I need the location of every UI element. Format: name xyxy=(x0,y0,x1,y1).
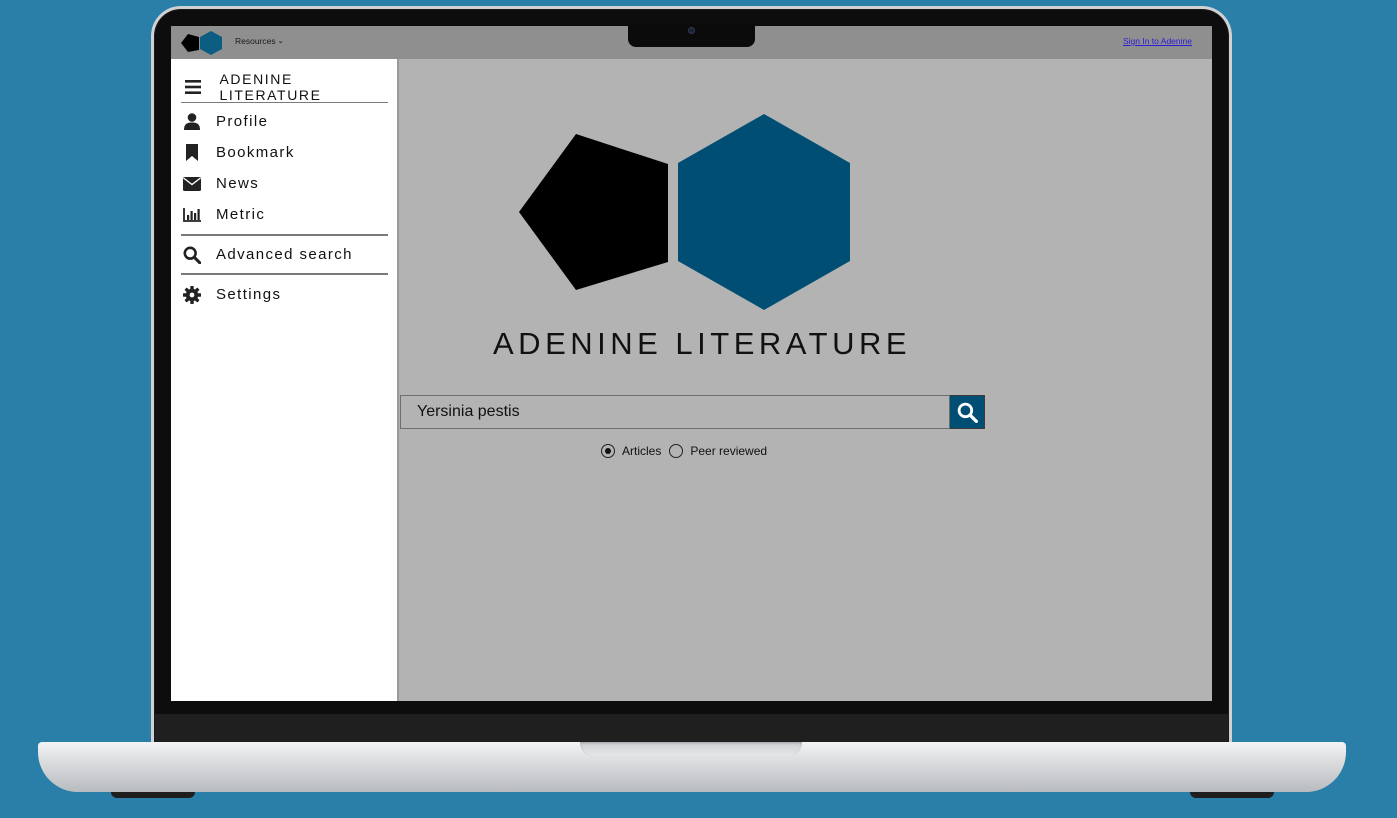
search-icon xyxy=(957,402,978,423)
laptop-foot-right xyxy=(1190,792,1274,798)
sidebar-item-label: Settings xyxy=(216,286,282,303)
articles-radio-label[interactable]: Articles xyxy=(622,444,661,458)
adenine-logo-icon xyxy=(519,114,850,310)
resources-label: Resources xyxy=(235,36,276,46)
user-icon xyxy=(181,111,203,133)
sidebar-item-settings[interactable]: Settings xyxy=(181,279,388,310)
sidebar-item-label: Bookmark xyxy=(216,144,295,161)
sidebar-divider xyxy=(181,234,388,236)
camera-icon xyxy=(688,27,695,34)
sidebar-divider xyxy=(181,273,388,275)
sidebar-item-label: Profile xyxy=(216,113,269,130)
peer-reviewed-radio[interactable] xyxy=(669,444,684,458)
sidebar-item-label: News xyxy=(216,175,260,192)
laptop-foot-left xyxy=(111,792,195,798)
search-icon xyxy=(181,244,203,266)
camera-notch xyxy=(628,24,755,47)
app-screen: Resources ⌄ Sign In to Adenine ADENINE L… xyxy=(171,26,1212,701)
laptop-opening-notch xyxy=(580,742,802,757)
sidebar-item-profile[interactable]: Profile xyxy=(181,106,388,137)
sidebar-item-advanced-search[interactable]: Advanced search xyxy=(181,239,388,270)
sidebar-item-label: Metric xyxy=(216,206,266,223)
search-bar xyxy=(400,395,985,429)
mini-logo-icon[interactable] xyxy=(180,30,224,56)
sidebar-title: ADENINE LITERATURE xyxy=(219,70,322,103)
resources-menu[interactable]: Resources ⌄ xyxy=(235,36,284,46)
sidebar-item-label: Advanced search xyxy=(216,246,353,263)
gear-icon xyxy=(181,284,203,306)
sidebar-item-metric[interactable]: Metric xyxy=(181,199,388,230)
bar-chart-icon xyxy=(181,204,203,226)
sidebar: ADENINE LITERATURE Profile Bookmark News… xyxy=(171,59,399,701)
bookmark-icon xyxy=(181,142,203,164)
search-button[interactable] xyxy=(950,395,985,429)
chevron-down-icon: ⌄ xyxy=(277,38,284,45)
search-input[interactable] xyxy=(400,395,950,429)
brand-title: ADENINE LITERATURE xyxy=(493,326,912,361)
sidebar-item-news[interactable]: News xyxy=(181,168,388,199)
sidebar-header: ADENINE LITERATURE xyxy=(181,71,388,103)
search-filter-group: Articles Peer reviewed xyxy=(601,444,775,458)
envelope-icon xyxy=(181,173,203,195)
sign-in-link[interactable]: Sign In to Adenine xyxy=(1123,36,1192,46)
peer-reviewed-radio-label[interactable]: Peer reviewed xyxy=(690,444,767,458)
sidebar-item-bookmark[interactable]: Bookmark xyxy=(181,137,388,168)
articles-radio[interactable] xyxy=(601,444,615,458)
hamburger-menu-icon[interactable] xyxy=(183,76,203,98)
